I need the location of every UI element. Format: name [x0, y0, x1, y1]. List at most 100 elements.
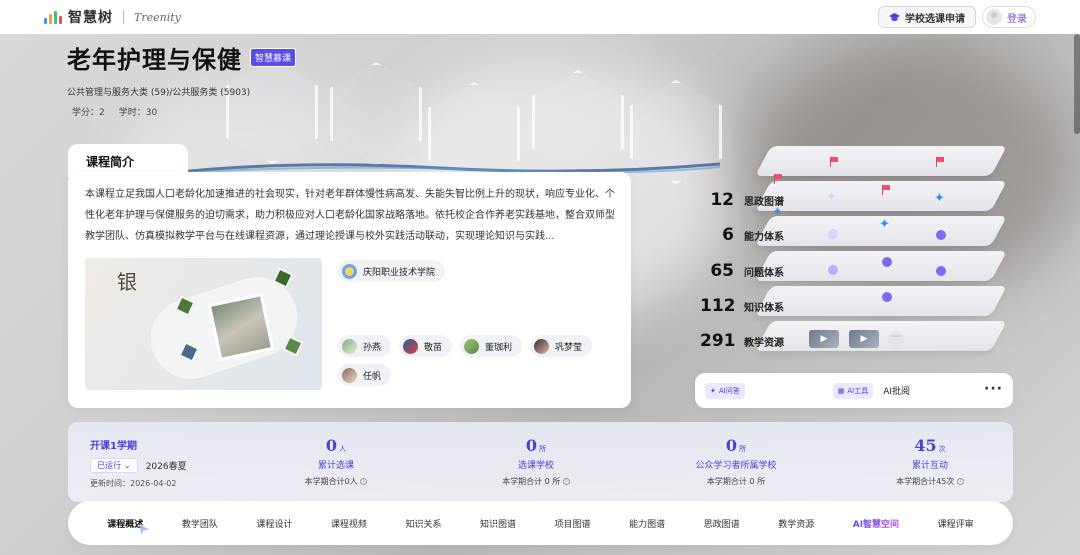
metric-label: 累计选课	[317, 461, 354, 471]
teacher-chip[interactable]: 董珈利	[460, 335, 523, 357]
login-button[interactable]: 登录	[982, 6, 1036, 28]
flag-icon	[830, 157, 838, 167]
school-name: 庆阳职业技术学院	[363, 267, 436, 278]
tab-ai-space[interactable]: AI智慧空间	[853, 517, 899, 530]
cover-photo	[207, 292, 275, 362]
layer-plate	[755, 286, 1007, 316]
tab-team[interactable]: 教学团队	[182, 517, 218, 530]
sparkle-icon: ✦	[879, 217, 890, 232]
page-title: 老年护理与保健	[67, 46, 242, 74]
logo-english-text: Treenity	[134, 10, 181, 24]
metric-label: 公众学习者所属学校	[695, 461, 777, 471]
layer-stat[interactable]: 12 思政图谱	[700, 190, 784, 210]
layer-label: 教学资源	[744, 338, 784, 349]
teacher-avatar	[403, 338, 419, 354]
metric-sub: 本学期合计 0 所	[502, 477, 561, 486]
course-credit: 学分：2	[72, 108, 105, 118]
tab-knowledge-relations[interactable]: 知识关系	[405, 517, 441, 530]
info-icon[interactable]: i	[360, 478, 368, 485]
term-title: 开课1学期	[90, 441, 137, 452]
teacher-chip[interactable]: 孙燕	[338, 335, 392, 357]
layer-count: 12	[710, 190, 734, 210]
metric-unit: 所	[539, 445, 547, 453]
metric-sub: 本学期合计 0 所	[706, 477, 766, 486]
tab-resources[interactable]: 教学资源	[778, 517, 814, 530]
tab-ability-graph[interactable]: 能力图谱	[629, 517, 665, 530]
scrollbar[interactable]	[1074, 34, 1080, 134]
term-status-label: 已运行	[97, 461, 121, 470]
more-resources-icon[interactable]: ···	[888, 331, 904, 347]
course-tag-badge: 智慧慕课	[250, 48, 297, 67]
metric-sub: 本学期合计45次	[896, 477, 955, 486]
node-dot	[936, 230, 946, 240]
intro-text: 本课程立足我国人口老龄化加速推进的社会现实，针对老年群体慢性病高发、失能失智比例…	[85, 189, 615, 242]
metric-label: 选课学校	[517, 461, 554, 471]
metric-public-schools: 0所 公众学习者所属学校 本学期合计 0 所	[656, 436, 816, 487]
tab-overview[interactable]: 课程概述	[107, 517, 143, 530]
teacher-avatar	[342, 367, 357, 383]
info-icon[interactable]: i	[562, 478, 570, 485]
tab-ideology-graph[interactable]: 思政图谱	[704, 517, 740, 530]
ai-tools-button[interactable]: ▦ AI工具	[832, 382, 874, 399]
tab-project-graph[interactable]: 项目图谱	[555, 517, 591, 530]
logo-text: 智慧树	[68, 10, 113, 26]
teacher-avatar	[464, 338, 480, 354]
course-cover-image[interactable]: 银	[85, 258, 322, 390]
metric-unit: 人	[339, 445, 347, 453]
school-logo-icon	[342, 263, 357, 279]
layer-stat[interactable]: 6 能力体系	[700, 225, 784, 245]
metric-unit: 次	[938, 445, 946, 453]
course-hours: 学时：30	[118, 108, 158, 118]
layer-label: 问题体系	[744, 268, 784, 279]
tab-videos[interactable]: 课程视频	[331, 517, 367, 530]
teacher-chip[interactable]: 任帆	[338, 364, 392, 386]
layer-plate	[755, 181, 1007, 211]
school-chip[interactable]: 庆阳职业技术学院	[338, 260, 446, 282]
metric-sub: 本学期合计0人	[304, 477, 358, 486]
logo[interactable]: 智慧树 Treenity	[44, 7, 181, 27]
video-thumbnail-icon[interactable]: ▶	[849, 330, 879, 348]
top-bar: 智慧树 Treenity 学校选课申请 登录	[0, 0, 1080, 34]
cover-title: 银	[117, 270, 137, 294]
tab-review[interactable]: 课程评审	[938, 517, 974, 530]
layer-label: 知识体系	[744, 303, 784, 314]
ai-grading-link[interactable]: AI批阅	[883, 384, 910, 397]
ai-qa-button[interactable]: ✦ AI问答	[705, 382, 745, 399]
teacher-list: 孙燕 敬苗 董珈利 巩梦莹 任帆	[338, 335, 628, 386]
layer-plate	[755, 251, 1007, 281]
school-apply-label: 学校选课申请	[905, 13, 965, 25]
tab-knowledge-graph[interactable]: 知识图谱	[480, 517, 516, 530]
school-apply-button[interactable]: 学校选课申请	[878, 6, 976, 28]
flag-icon	[882, 185, 890, 195]
info-icon[interactable]: i	[956, 478, 964, 485]
metric-interactions: 45 次 累计互动 本学期合计45次 i	[850, 436, 1010, 487]
layer-plate	[755, 321, 1007, 351]
video-thumbnail-icon[interactable]: ▶	[809, 330, 839, 348]
teacher-avatar	[534, 338, 550, 354]
ai-qa-label: AI问答	[718, 386, 740, 395]
teacher-chip[interactable]: 巩梦莹	[530, 335, 593, 357]
course-tabs: 课程概述 教学团队 课程设计 课程视频 知识关系 知识图谱 项目图谱 能力图谱 …	[68, 501, 1013, 545]
teacher-chip[interactable]: 敬苗	[399, 335, 453, 357]
flag-icon	[774, 174, 782, 184]
layer-label: 思政图谱	[744, 197, 784, 208]
node-dot	[828, 265, 838, 275]
layer-count: 6	[722, 225, 734, 245]
tab-design[interactable]: 课程设计	[256, 517, 292, 530]
update-time: 更新时间：2026-04-02	[90, 479, 177, 488]
teacher-avatar	[342, 338, 357, 354]
login-label: 登录	[1007, 13, 1027, 25]
avatar-icon	[986, 9, 1002, 25]
course-category: 公共管理与服务大类 (59)/公共服务类 (5903)	[67, 88, 251, 98]
layer-stat[interactable]: 291 教学资源	[700, 331, 784, 351]
sparkle-icon: ✦	[826, 190, 837, 205]
metric-value: 0	[725, 436, 738, 455]
intro-card: 本课程立足我国人口老龄化加速推进的社会现实，针对老年群体慢性病高发、失能失智比例…	[68, 172, 631, 408]
layer-plate	[755, 146, 1007, 176]
more-options-icon[interactable]: ···	[984, 381, 1003, 397]
teacher-name: 巩梦莹	[555, 342, 583, 353]
layer-stat[interactable]: 112 知识体系	[700, 296, 784, 316]
logo-bars-icon	[44, 10, 62, 24]
term-status-dropdown[interactable]: 已运行 ⌄	[90, 458, 138, 473]
layer-stat[interactable]: 65 问题体系	[700, 261, 784, 281]
